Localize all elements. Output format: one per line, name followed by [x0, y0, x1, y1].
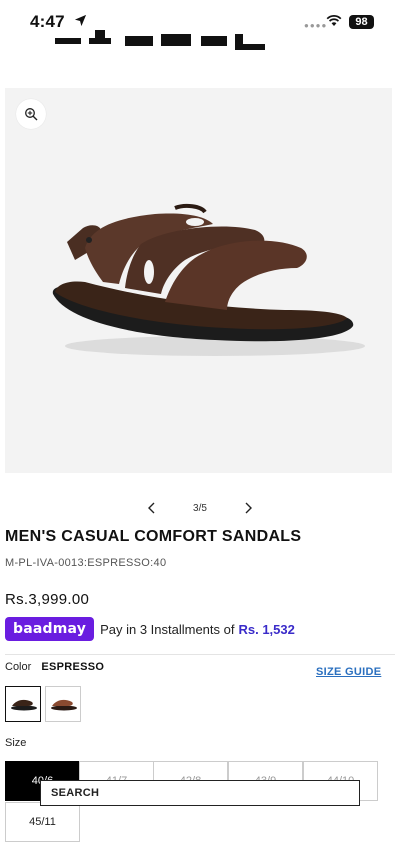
battery-indicator: 98 — [349, 15, 374, 29]
size-option-45-11[interactable]: 45/11 — [5, 802, 80, 842]
color-swatch-tan[interactable] — [45, 686, 81, 722]
wifi-icon — [326, 15, 342, 26]
product-title: MEN'S CASUAL COMFORT SANDALS — [5, 528, 302, 545]
sandal-thumbnail-espresso — [11, 699, 37, 711]
search-bar[interactable]: SEARCH — [40, 780, 360, 806]
color-value: ESPRESSO — [41, 661, 105, 673]
size-label: Size — [5, 737, 27, 749]
zoom-button[interactable] — [16, 99, 46, 129]
cellular-signal-icon: ●●●● — [304, 21, 328, 30]
divider — [5, 654, 395, 655]
zoom-in-icon — [25, 108, 38, 121]
search-label: SEARCH — [51, 787, 100, 799]
color-label: Color — [5, 661, 32, 673]
installments-text: Pay in 3 Installments of — [100, 621, 235, 637]
brand-logo[interactable] — [55, 30, 265, 52]
installments-banner[interactable]: baadmay Pay in 3 Installments of Rs. 1,5… — [5, 617, 295, 641]
sandal-illustration — [52, 203, 365, 356]
size-guide-link[interactable]: SIZE GUIDE — [316, 666, 381, 678]
baadmay-logo: baadmay — [5, 617, 95, 641]
product-image[interactable] — [5, 88, 392, 473]
chevron-left-icon — [148, 502, 155, 514]
product-sku: M-PL-IVA-0013:ESPRESSO:40 — [5, 557, 167, 569]
color-row: Color ESPRESSO — [5, 661, 104, 673]
location-arrow-icon — [74, 14, 87, 27]
product-price: Rs.3,999.00 — [5, 591, 90, 608]
image-counter: 3/5 — [193, 502, 207, 514]
installments-amount: Rs. 1,532 — [238, 621, 295, 637]
status-time: 4:47 — [30, 12, 65, 31]
color-swatch-espresso[interactable] — [5, 686, 41, 722]
previous-image-button[interactable] — [140, 496, 164, 520]
chevron-right-icon — [245, 502, 252, 514]
gallery-nav: 3/5 — [140, 496, 260, 520]
sandal-thumbnail-tan — [51, 699, 77, 711]
next-image-button[interactable] — [236, 496, 260, 520]
